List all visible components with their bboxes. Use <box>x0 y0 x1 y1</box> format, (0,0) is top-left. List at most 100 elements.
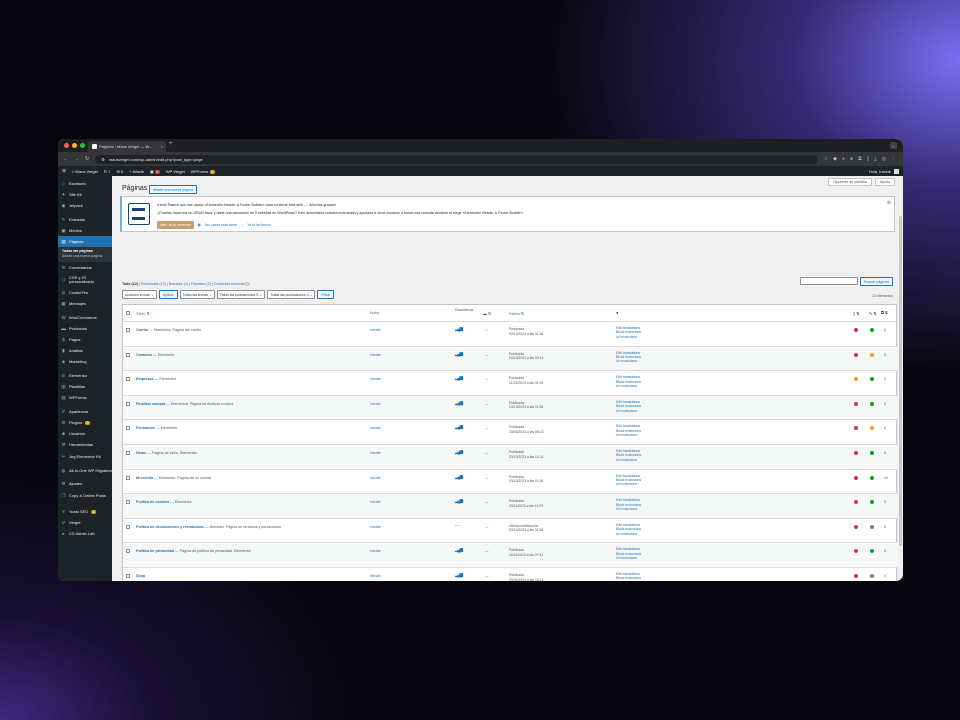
sidebar-item-css-y-js-personalizado[interactable]: ⬡ CSS y JS personalizado <box>58 273 112 287</box>
sidebar-item-p-ginas[interactable]: ▤ Páginas <box>58 236 112 247</box>
sidebar-item-escritorio[interactable]: ⌂ Escritorio <box>58 178 112 189</box>
dismiss-icon[interactable]: ⊗ <box>887 200 891 206</box>
bulk-actions-select[interactable]: Acciones en lote <box>122 290 157 299</box>
sidebar-item-productos[interactable]: ▬ Productos <box>58 323 112 334</box>
page-title-link[interactable]: Política de devoluciones y reembolsos <box>136 525 204 529</box>
readability-score-select[interactable]: Todas las puntuaciones d <box>267 290 316 299</box>
download-icon[interactable]: ⤓ <box>874 156 876 162</box>
sidebar-item-yoast-seo[interactable]: Y Yoast SEO 2 <box>58 506 112 517</box>
menu-icon[interactable]: ⋮ <box>891 156 896 162</box>
forward-icon[interactable]: → <box>74 156 79 162</box>
row-checkbox[interactable] <box>126 328 130 332</box>
page-title-link[interactable]: Contacto <box>136 353 152 357</box>
sidebar-item-plantillas[interactable]: ▥ Plantillas <box>58 381 112 392</box>
author-link[interactable]: Intcide <box>370 426 381 430</box>
sidebar-item-vergel[interactable]: V Vergel <box>58 517 112 528</box>
author-link[interactable]: Intcide <box>370 476 381 480</box>
view-trash-link[interactable]: Papelera (2) <box>191 282 211 286</box>
url-exclusions-link[interactable]: Url exclusions <box>616 384 641 388</box>
edit-translations-link[interactable]: Edit translations <box>616 498 641 502</box>
updates-link[interactable]: ↻ 7 <box>104 169 111 174</box>
sidebar-item-cs-admin-lab[interactable]: ▸ CS Admin Lab <box>58 528 112 539</box>
wpvergel-link[interactable]: WP Vergel <box>166 169 185 174</box>
seo-score-select[interactable]: Todas las puntuaciones S <box>216 290 266 299</box>
screen-options-button[interactable]: Opciones de pantalla <box>828 178 872 186</box>
maximize-window-button[interactable] <box>80 143 85 148</box>
address-bar[interactable]: ⚙ mausvergel.com/wp-admin/edit.php?post_… <box>95 154 818 164</box>
column-date-header[interactable]: Fecha ⇅ <box>509 311 524 316</box>
row-checkbox[interactable] <box>126 377 130 382</box>
sidepanel-icon[interactable]: ▯ <box>867 156 870 162</box>
url-exclusions-link[interactable]: Url exclusions <box>616 482 641 486</box>
extensions-puzzle-icon[interactable]: ⧉ <box>858 156 862 162</box>
profile-icon[interactable]: ◎ <box>882 156 886 162</box>
sidebar-item-marketing[interactable]: ◈ Marketing <box>58 356 112 367</box>
filter-button[interactable]: Filtrar <box>317 290 335 299</box>
sidebar-item-usuarios[interactable]: ☻ Usuarios <box>58 428 112 439</box>
back-icon[interactable]: ← <box>63 156 68 162</box>
author-link[interactable]: Intcide <box>370 549 381 553</box>
url-exclusions-link[interactable]: Url exclusions <box>616 532 641 536</box>
sidebar-item-an-lisis[interactable]: ▮ Análisis <box>58 345 112 356</box>
edit-translations-link[interactable]: Edit translations <box>616 375 641 379</box>
plugin-notice-link[interactable]: ▣ 2 <box>150 169 160 174</box>
apply-button[interactable]: Aplicar <box>158 290 178 299</box>
page-scrollbar[interactable] <box>899 216 902 546</box>
page-title-link[interactable]: Política de privacidad <box>136 549 174 553</box>
comments-link[interactable]: ✉ 0 <box>116 169 123 174</box>
tab-search-icon[interactable]: ⌄ <box>890 142 897 149</box>
view-published-link[interactable]: Publicadas (12) <box>141 282 166 286</box>
page-title-link[interactable]: Home <box>136 451 146 455</box>
url-exclusions-link[interactable]: Url exclusions <box>616 359 641 363</box>
account-menu[interactable]: Hola, Intcide <box>869 168 899 174</box>
author-link[interactable]: Intcide <box>370 377 381 381</box>
add-new-link[interactable]: + Añadir <box>129 169 144 174</box>
done-link[interactable]: Ya lo he hecho <box>247 223 271 227</box>
page-title-link[interactable]: Formación <box>136 426 155 430</box>
sidebar-item-plugins[interactable]: ⚙ Plugins 2 <box>58 417 112 428</box>
sidebar-item-entradas[interactable]: ✎ Entradas <box>58 214 112 225</box>
view-essential-link[interactable]: Contenido esencial (0) <box>214 282 250 286</box>
later-link[interactable]: No, quizá más tarde <box>205 223 237 227</box>
site-name-link[interactable]: ⌂ Maus Vergel <box>72 169 98 174</box>
browser-tab[interactable]: Páginas ‹ Maus Vergel — W... × <box>88 141 166 152</box>
reload-icon[interactable]: ↻ <box>85 156 89 162</box>
help-button[interactable]: Ayuda <box>874 178 895 186</box>
page-title-link[interactable]: Política de cookies <box>136 500 169 504</box>
sidebar-item-apariencia[interactable]: ✐ Apariencia <box>58 406 112 417</box>
row-checkbox[interactable] <box>126 573 130 578</box>
date-filter-select[interactable]: Todas las fechas <box>179 290 215 299</box>
row-checkbox[interactable] <box>126 352 130 357</box>
row-checkbox[interactable] <box>126 450 130 455</box>
url-exclusions-link[interactable]: Url exclusions <box>616 335 641 339</box>
author-link[interactable]: Intcide <box>370 525 381 529</box>
url-exclusions-link[interactable]: Url exclusions <box>616 458 641 462</box>
sidebar-item-site-kit[interactable]: ✦ Site Kit <box>58 189 112 200</box>
sidebar-item-herramientas[interactable]: ⚒ Herramientas <box>58 439 112 450</box>
sidebar-item-elementor[interactable]: E Elementor <box>58 370 112 381</box>
sidebar-item-jeg-elementor-kit[interactable]: ✂ Jeg Elementor Kit <box>58 450 112 464</box>
block-exclusions-link[interactable]: Block exclusions <box>616 404 641 408</box>
url-exclusions-link[interactable]: Url exclusions <box>616 556 641 560</box>
wordpress-logo-icon[interactable]: Ⓦ <box>62 168 66 174</box>
close-window-button[interactable] <box>64 143 69 148</box>
view-all-link[interactable]: Todo (12) <box>122 282 138 286</box>
select-all-checkbox[interactable] <box>126 311 130 315</box>
row-checkbox[interactable] <box>126 500 130 505</box>
wpforms-link[interactable]: WPForms 1 <box>191 169 215 174</box>
sidebar-item-copy-delete-posts[interactable]: ❐ Copy & Delete Posts <box>58 489 112 503</box>
sidebar-item-cookieyes[interactable]: ◎ CookieYes <box>58 287 112 298</box>
view-draft-link[interactable]: Borrador (1) <box>169 282 188 286</box>
bookmark-star-icon[interactable]: ☆ <box>824 156 828 162</box>
seo-score-column-icon[interactable]: ▯ ⇅ <box>853 311 859 316</box>
url-exclusions-link[interactable]: Url exclusions <box>616 433 641 437</box>
url-exclusions-link[interactable]: Url exclusions <box>616 409 641 413</box>
rate-button[interactable]: Vale, te lo mereces <box>157 221 194 229</box>
sidebar-item-woocommerce[interactable]: W WooCommerce <box>58 312 112 323</box>
new-tab-button[interactable]: + <box>169 141 173 147</box>
search-pages-button[interactable]: Buscar páginas <box>860 277 893 286</box>
author-link[interactable]: Intcide <box>370 451 381 455</box>
extension-icon[interactable]: ■ <box>850 156 853 162</box>
comments-column-icon[interactable]: ▬ ⇅ <box>483 311 491 316</box>
row-checkbox[interactable] <box>126 475 130 480</box>
